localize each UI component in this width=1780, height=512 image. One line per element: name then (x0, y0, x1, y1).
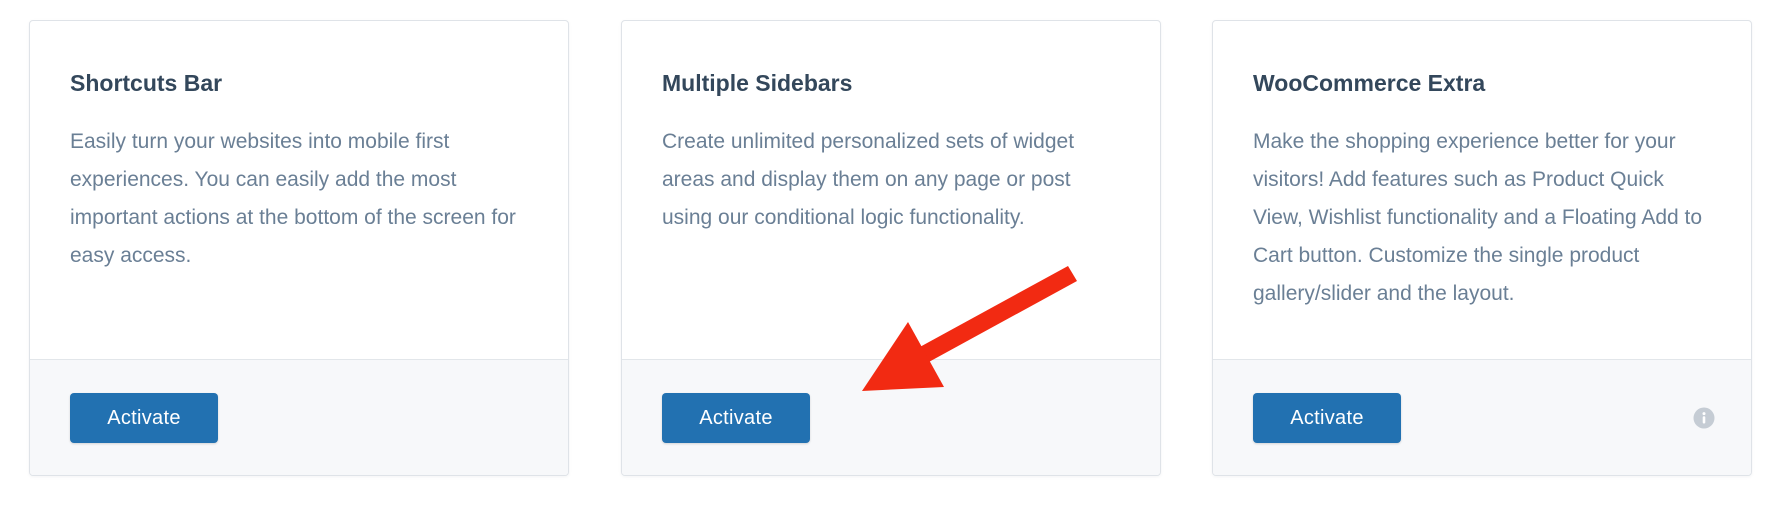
activate-button[interactable]: Activate (70, 393, 218, 443)
extension-card-multiple-sidebars: Multiple Sidebars Create unlimited perso… (621, 20, 1161, 476)
activate-button[interactable]: Activate (1253, 393, 1401, 443)
card-footer: Activate (1213, 359, 1751, 475)
card-description: Easily turn your websites into mobile fi… (70, 130, 516, 267)
card-description: Create unlimited personalized sets of wi… (662, 130, 1075, 229)
card-body: Multiple Sidebars Create unlimited perso… (622, 21, 1160, 361)
card-body: WooCommerce Extra Make the shopping expe… (1213, 21, 1751, 361)
card-title: Shortcuts Bar (70, 70, 223, 96)
card-title: Multiple Sidebars (662, 70, 853, 96)
card-body: Shortcuts Bar Easily turn your websites … (30, 21, 568, 361)
card-footer: Activate (622, 359, 1160, 475)
extensions-grid: Shortcuts Bar Easily turn your websites … (0, 0, 1780, 512)
extension-card-woocommerce-extra: WooCommerce Extra Make the shopping expe… (1212, 20, 1752, 476)
card-title: WooCommerce Extra (1253, 70, 1486, 96)
extension-card-shortcuts-bar: Shortcuts Bar Easily turn your websites … (29, 20, 569, 476)
card-footer: Activate (30, 359, 568, 475)
info-icon[interactable] (1693, 407, 1715, 429)
activate-button[interactable]: Activate (662, 393, 810, 443)
card-description: Make the shopping experience better for … (1253, 130, 1703, 305)
